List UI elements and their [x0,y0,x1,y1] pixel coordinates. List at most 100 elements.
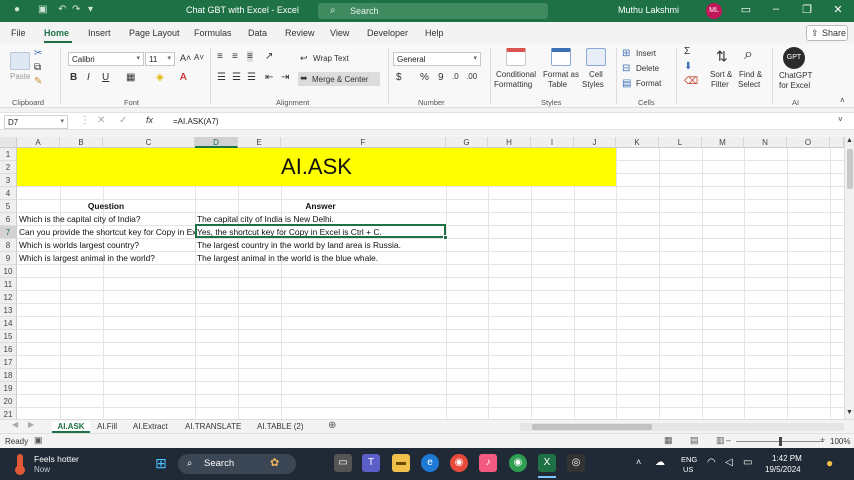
column-header-d[interactable]: D [195,137,238,148]
align-right-icon[interactable]: ☰ [247,72,256,83]
tab-data[interactable]: Data [248,28,267,38]
media-player-icon[interactable]: ♪ [479,454,497,472]
clock-date[interactable]: 19/5/2024 [765,465,801,474]
row-header[interactable]: 2 [0,161,17,174]
user-name[interactable]: Muthu Lakshmi [618,5,679,15]
column-header-m[interactable]: M [702,137,744,148]
more-options-icon[interactable]: ⋮ [80,115,90,126]
avatar[interactable]: ML [706,3,722,19]
excel-icon[interactable]: X [538,454,556,472]
sheet-tab-ai-extract[interactable]: AI.Extract [133,421,168,433]
formula-input[interactable]: =AI.ASK(A7) [173,117,219,126]
row-header[interactable]: 18 [0,369,17,382]
align-middle-icon[interactable]: ≡ [232,51,238,62]
column-header-a[interactable]: A [17,137,60,148]
share-button[interactable]: ⇪ Share [806,25,848,41]
chatgpt-for-excel-button[interactable]: ChatGPT [779,71,812,80]
column-header-k[interactable]: K [616,137,659,148]
zoom-out-icon[interactable]: – [726,435,731,445]
row-header[interactable]: 11 [0,278,17,291]
select-all-button[interactable] [0,137,17,148]
column-header-n[interactable]: N [744,137,787,148]
tab-help[interactable]: Help [425,28,444,38]
align-center-icon[interactable]: ☰ [232,72,241,83]
new-sheet-icon[interactable]: ⊕ [328,420,336,431]
row-header[interactable]: 19 [0,382,17,395]
file-explorer-icon[interactable]: ▬ [392,454,410,472]
tab-formulas[interactable]: Formulas [194,28,232,38]
tab-home[interactable]: Home [44,28,69,38]
align-top-icon[interactable]: ≡ [217,51,223,62]
column-header-f[interactable]: F [281,137,446,148]
row-header-selected[interactable]: 7 [0,226,17,239]
row-header[interactable]: 20 [0,395,17,408]
currency-button[interactable]: $ [396,72,402,83]
horizontal-scroll-thumb[interactable] [532,424,652,430]
undo-icon[interactable]: ↶ [58,4,66,15]
redo-icon[interactable]: ↷ [72,4,80,15]
row-header[interactable]: 3 [0,174,17,187]
column-header-e[interactable]: E [238,137,281,148]
battery-icon[interactable]: ▭ [743,457,752,468]
insert-cells-button[interactable]: Insert [636,49,656,58]
zoom-in-icon[interactable]: + [820,435,825,445]
italic-button[interactable]: I [87,72,90,83]
align-left-icon[interactable]: ☰ [217,72,226,83]
increase-decimal-icon[interactable]: .0 [452,72,459,81]
format-painter-icon[interactable]: ✎ [34,76,42,87]
customize-quick-access-icon[interactable]: ▾ [88,4,93,15]
column-header-o[interactable]: O [787,137,830,148]
scroll-thumb[interactable] [847,149,853,189]
search-box[interactable]: ⌕ Search [318,3,548,19]
row-header[interactable]: 15 [0,330,17,343]
tab-developer[interactable]: Developer [367,28,408,38]
next-sheet-icon[interactable]: ▶ [28,420,34,429]
decrease-decimal-icon[interactable]: .00 [466,72,477,81]
tab-page-layout[interactable]: Page Layout [129,28,180,38]
column-header-j[interactable]: J [574,137,616,148]
fill-icon[interactable]: ⬇ [684,61,692,72]
edge-icon[interactable]: e [421,454,439,472]
row-header[interactable]: 14 [0,317,17,330]
question-cell[interactable]: Which is worlds largest country? [19,239,195,252]
clock-time[interactable]: 1:42 PM [772,454,802,463]
close-icon[interactable]: ✕ [828,3,848,16]
font-color-icon[interactable]: A [180,72,187,83]
row-header[interactable]: 13 [0,304,17,317]
accessibility-icon[interactable]: ▣ [34,435,43,446]
vertical-scrollbar[interactable]: ▲ ▼ [844,137,854,419]
enter-icon[interactable]: ✓ [119,115,127,126]
show-hidden-icons-icon[interactable]: ˄ [636,457,641,467]
conditional-formatting-button[interactable]: Conditional [496,70,536,79]
scroll-up-icon[interactable]: ▲ [846,137,853,144]
task-view-icon[interactable]: ▭ [334,454,352,472]
minimize-icon[interactable]: – [766,3,786,15]
collapse-ribbon-icon[interactable]: ˄ [840,96,845,105]
paste-button[interactable]: Paste [10,72,30,81]
fill-color-icon[interactable]: ◈ [156,72,164,83]
tab-file[interactable]: File [11,28,26,38]
sheet-tab-ai-table-2[interactable]: AI.TABLE (2) [257,421,304,433]
sheet-tab-ai-fill[interactable]: AI.Fill [97,421,117,433]
bold-button[interactable]: B [70,72,77,83]
teams-icon[interactable]: T [362,454,380,472]
column-header-g[interactable]: G [446,137,488,148]
comma-style-button[interactable]: 9 [438,72,444,83]
volume-icon[interactable]: ◁ [725,457,733,468]
delete-cells-button[interactable]: Delete [636,64,659,73]
scroll-down-icon[interactable]: ▼ [846,409,853,416]
row-header[interactable]: 21 [0,408,17,419]
orientation-icon[interactable]: ↗ [265,51,273,62]
decrease-font-size-icon[interactable]: A˅ [194,53,204,62]
increase-indent-icon[interactable]: ⇥ [281,72,289,83]
restore-icon[interactable]: ❐ [797,3,817,16]
number-format-select[interactable]: General ▾ [393,52,481,66]
sheet-tab-ai-ask[interactable]: AI.ASK [52,421,90,433]
notification-icon[interactable]: ● [826,456,833,470]
answer-cell[interactable]: The largest animal in the world is the b… [197,252,446,265]
percent-button[interactable]: % [420,72,429,83]
wrap-text-button[interactable]: Wrap Text [313,54,349,63]
column-header-l[interactable]: L [659,137,702,148]
question-header-cell[interactable]: Question [17,200,195,213]
underline-button[interactable]: U [102,72,109,83]
